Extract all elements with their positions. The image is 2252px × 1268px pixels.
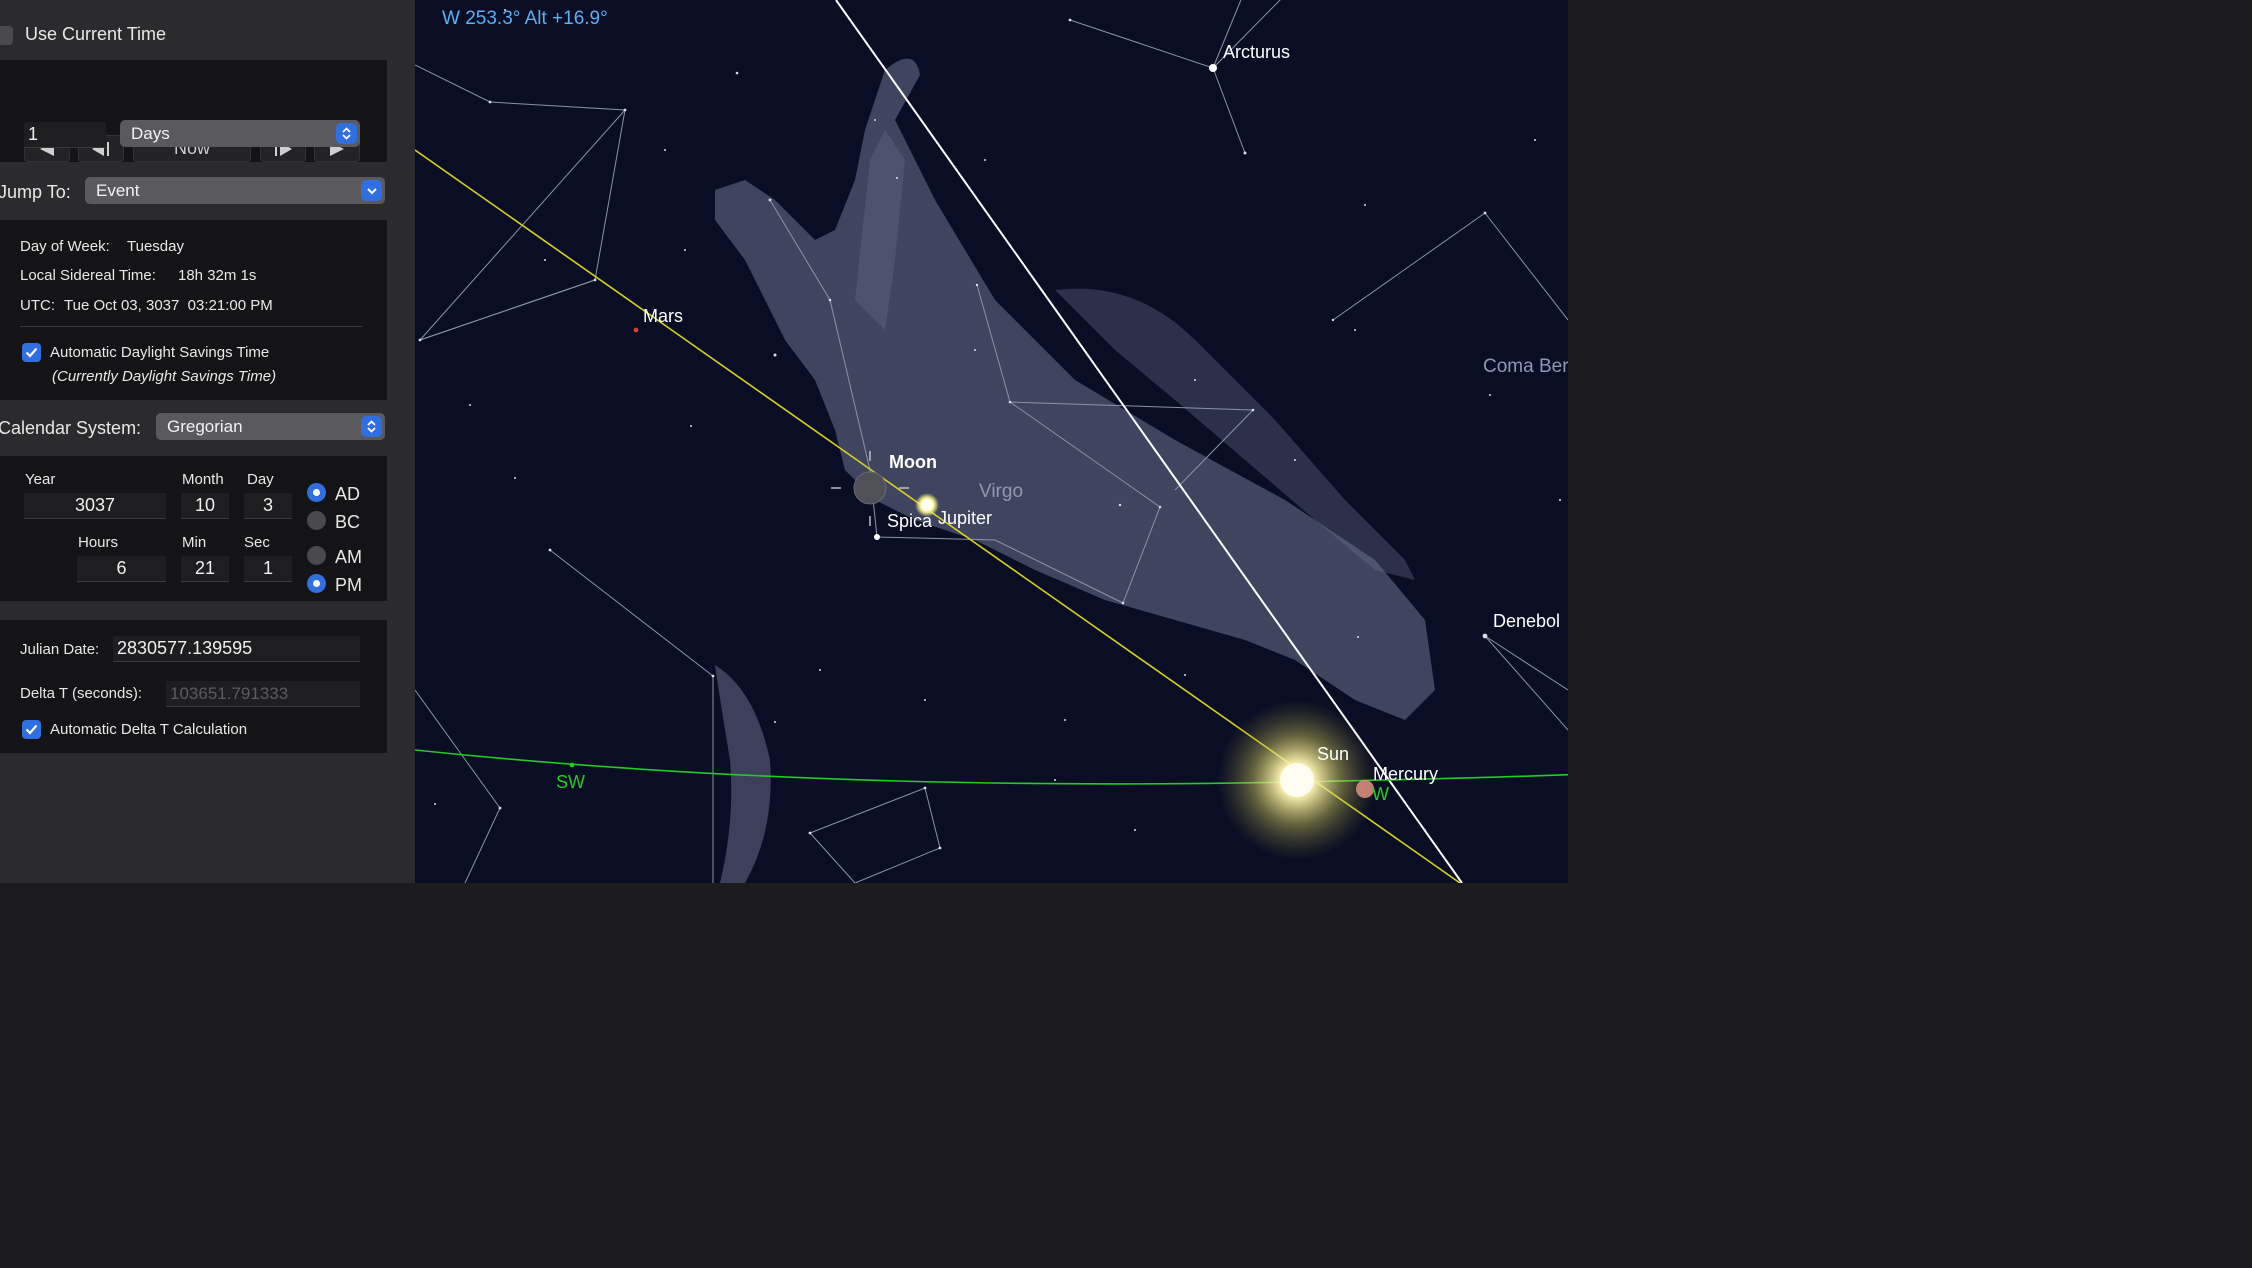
denebola-label: Denebol — [1493, 611, 1560, 631]
min-input[interactable]: 21 — [181, 556, 229, 582]
month-input[interactable]: 10 — [181, 493, 229, 519]
jupiter-label: Jupiter — [938, 508, 992, 528]
mercury-label: Mercury — [1373, 764, 1438, 784]
year-input[interactable]: 3037 — [24, 493, 166, 519]
mars-label: Mars — [643, 306, 683, 326]
utc-label: UTC: — [20, 297, 55, 314]
day-input[interactable]: 3 — [244, 493, 292, 519]
info-divider — [20, 326, 362, 327]
calendar-system-select[interactable]: Gregorian — [156, 413, 385, 440]
coma-berenices-label: Coma Ber — [1483, 356, 1568, 377]
min-label: Min — [182, 534, 207, 551]
arcturus-star[interactable] — [1209, 64, 1217, 72]
sky-view[interactable]: Arcturus Mars Moon Jupiter Spica Virgo C… — [415, 0, 1568, 883]
use-current-time-label: Use Current Time — [25, 24, 167, 44]
use-current-time-checkbox[interactable] — [0, 26, 13, 45]
sec-label: Sec — [244, 534, 270, 551]
step-unit-value: Days — [131, 123, 170, 143]
calendar-system-label: Calendar System: — [0, 418, 142, 438]
day-of-week-label: Day of Week: — [20, 238, 110, 255]
mars-planet[interactable] — [633, 327, 639, 333]
delta-t-input: 103651.791333 — [166, 681, 360, 707]
julian-date-label: Julian Date: — [20, 641, 100, 658]
up-down-chevron-icon — [361, 416, 382, 437]
era-bc-label: BC — [335, 512, 361, 532]
jump-to-label: Jump To: — [0, 182, 71, 202]
sun-object[interactable] — [1280, 763, 1314, 797]
era-ad-radio[interactable] — [307, 483, 326, 502]
step-unit-select[interactable]: Days — [120, 120, 360, 147]
sw-compass-label: SW — [556, 772, 585, 792]
spica-star[interactable] — [874, 534, 880, 540]
moon-label: Moon — [889, 452, 937, 472]
time-info-section: Day of Week: Tuesday Local Sidereal Time… — [0, 220, 387, 400]
time-control-panel: Use Current Time Now 1 Days Jump To: Eve… — [0, 0, 415, 883]
up-down-chevron-icon — [336, 123, 357, 144]
sidereal-time-label: Local Sidereal Time: — [20, 267, 156, 284]
sky-chart-canvas[interactable]: Arcturus Mars Moon Jupiter Spica Virgo C… — [415, 0, 1568, 883]
hours-label: Hours — [78, 534, 119, 551]
day-label: Day — [247, 471, 274, 488]
month-label: Month — [182, 471, 224, 488]
auto-delta-t-checkbox[interactable] — [22, 720, 41, 739]
checkmark-icon — [25, 347, 38, 358]
sec-input[interactable]: 1 — [244, 556, 292, 582]
julian-date-input[interactable]: 2830577.139595 — [113, 636, 360, 662]
spica-label: Spica — [887, 511, 933, 531]
year-label: Year — [25, 471, 56, 488]
jupiter-planet[interactable] — [921, 499, 933, 511]
julian-date-section: Julian Date: 2830577.139595 Delta T (sec… — [0, 620, 387, 753]
sw-compass-mark — [569, 762, 575, 768]
auto-dst-label: Automatic Daylight Savings Time — [50, 344, 270, 361]
checkmark-icon — [25, 724, 38, 735]
sidereal-time-value: 18h 32m 1s — [178, 267, 257, 284]
calendar-system-value: Gregorian — [167, 416, 243, 436]
moon-object[interactable] — [853, 471, 887, 505]
utc-value: Tue Oct 03, 3037 03:21:00 PM — [64, 297, 273, 314]
day-of-week-value: Tuesday — [127, 238, 184, 255]
era-ad-label: AD — [335, 484, 361, 504]
jump-to-value: Event — [96, 180, 140, 200]
delta-t-label: Delta T (seconds): — [20, 685, 142, 702]
am-label: AM — [335, 547, 362, 567]
coordinate-readout: W 253.3° Alt +16.9° — [442, 8, 608, 29]
virgo-label: Virgo — [979, 481, 1023, 502]
pm-label: PM — [335, 575, 362, 595]
chevron-down-icon — [361, 180, 382, 201]
arcturus-label: Arcturus — [1223, 42, 1290, 62]
hours-input[interactable]: 6 — [77, 556, 166, 582]
time-step-section: Now 1 Days — [0, 60, 387, 162]
pm-radio[interactable] — [307, 574, 326, 593]
am-radio[interactable] — [307, 546, 326, 565]
date-time-section: Year Month Day 3037 10 3 AD BC Hours Min… — [0, 456, 387, 601]
w-compass-label: W — [1372, 784, 1389, 804]
auto-dst-checkbox[interactable] — [22, 343, 41, 362]
sun-label: Sun — [1317, 744, 1349, 764]
dst-status-note: (Currently Daylight Savings Time) — [52, 368, 277, 385]
jump-to-select[interactable]: Event — [85, 177, 385, 204]
auto-delta-t-label: Automatic Delta T Calculation — [50, 721, 248, 738]
era-bc-radio[interactable] — [307, 511, 326, 530]
step-amount-input[interactable]: 1 — [24, 122, 106, 148]
